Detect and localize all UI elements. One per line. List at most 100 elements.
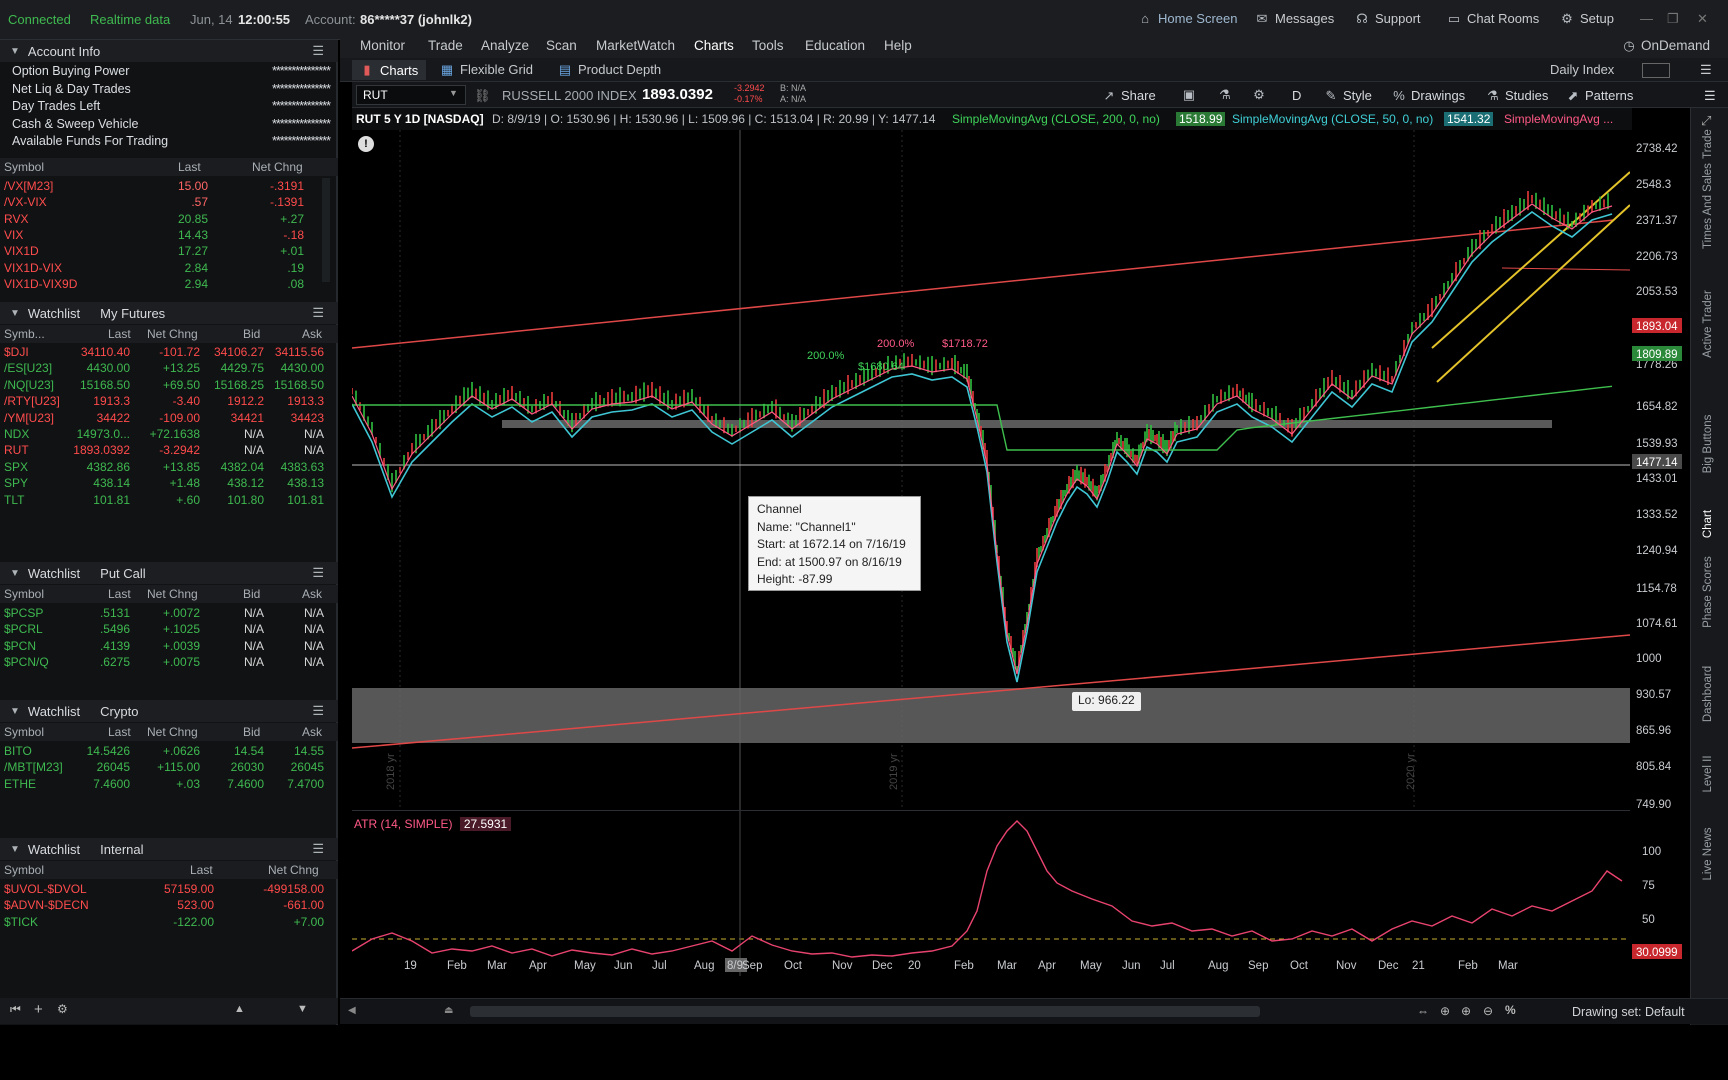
style-button[interactable]: ✎ Style bbox=[1324, 88, 1372, 103]
row-symbol[interactable]: TLT bbox=[4, 493, 24, 507]
menu-help[interactable]: Help bbox=[884, 38, 912, 53]
watchlist-row[interactable]: $UVOL-$DVOL 57159.00 -499158.00 bbox=[0, 880, 338, 898]
col-ask[interactable]: Ask bbox=[302, 587, 322, 601]
minimize-button[interactable]: — bbox=[1640, 11, 1653, 26]
row-symbol[interactable]: /YM[U23] bbox=[4, 411, 54, 425]
watchlist-row[interactable]: VIX1D-VIX9D 2.94 .08 bbox=[0, 275, 338, 293]
col-symbol[interactable]: Symbol bbox=[4, 587, 44, 601]
menu-icon[interactable]: ☰ bbox=[312, 305, 324, 321]
crypto-watchlist-header[interactable]: ▼ Watchlist Crypto ☰ bbox=[0, 700, 338, 722]
row-symbol[interactable]: SPX bbox=[4, 460, 28, 474]
sma200-label[interactable]: SimpleMovingAvg (CLOSE, 200, 0, no) bbox=[952, 112, 1160, 126]
percent-icon[interactable]: % bbox=[1505, 1003, 1516, 1017]
menu-trade[interactable]: Trade bbox=[428, 38, 463, 53]
row-symbol[interactable]: /MBT[M23] bbox=[4, 760, 63, 774]
futures-watchlist-header[interactable]: ▼ Watchlist My Futures ☰ bbox=[0, 302, 338, 324]
menu-icon[interactable]: ☰ bbox=[312, 841, 324, 857]
row-symbol[interactable]: $ADVN-$DECN bbox=[4, 898, 89, 912]
menu-icon[interactable]: ☰ bbox=[312, 565, 324, 581]
col-ask[interactable]: Ask bbox=[302, 327, 322, 341]
grid-layout-button[interactable]: ▣ bbox=[1182, 88, 1196, 102]
watchlist-name-selector[interactable]: Crypto bbox=[100, 704, 138, 719]
watchlist-row[interactable]: RUT 1893.0392 -3.2942 N/A N/A bbox=[0, 441, 338, 459]
col-last[interactable]: Last bbox=[178, 160, 201, 174]
row-symbol[interactable]: $PCN/Q bbox=[4, 655, 49, 669]
watchlist-row[interactable]: BITO 14.5426 +.0626 14.54 14.55 bbox=[0, 742, 338, 760]
menu-charts[interactable]: Charts bbox=[694, 38, 734, 53]
watchlist-row[interactable]: VIX 14.43 -.18 bbox=[0, 226, 338, 244]
watchlist-row[interactable]: NDX 14973.0... +72.1638 N/A N/A bbox=[0, 425, 338, 443]
ondemand-button[interactable]: ◷ OnDemand bbox=[1622, 38, 1710, 53]
col-symbol[interactable]: Symbol bbox=[4, 160, 44, 174]
col-net-chng[interactable]: Net Chng bbox=[268, 863, 319, 877]
col-net-chng[interactable]: Net Chng bbox=[147, 587, 198, 601]
row-symbol[interactable]: /RTY[U23] bbox=[4, 394, 60, 408]
col-symbol[interactable]: Symbol bbox=[4, 863, 44, 877]
col-net-chng[interactable]: Net Chng bbox=[147, 725, 198, 739]
patterns-button[interactable]: ⬈ Patterns bbox=[1566, 88, 1634, 103]
col-last[interactable]: Last bbox=[108, 725, 131, 739]
studies-button[interactable]: ⚗ Studies bbox=[1486, 88, 1548, 103]
col-last[interactable]: Last bbox=[108, 587, 131, 601]
close-button[interactable]: ✕ bbox=[1697, 11, 1708, 27]
sma50-label[interactable]: SimpleMovingAvg (CLOSE, 50, 0, no) bbox=[1232, 112, 1433, 126]
watchlist-row[interactable]: SPY 438.14 +1.48 438.12 438.13 bbox=[0, 474, 338, 492]
watchlist-row[interactable]: /YM[U23] 34422 -109.00 34421 34423 bbox=[0, 409, 338, 427]
watchlist-row[interactable]: RVX 20.85 +.27 bbox=[0, 210, 338, 228]
watchlist-name-selector[interactable]: Put Call bbox=[100, 566, 146, 581]
row-symbol[interactable]: /VX[M23] bbox=[4, 179, 53, 193]
watchlist-row[interactable]: $PCN .4139 +.0039 N/A N/A bbox=[0, 637, 338, 655]
row-symbol[interactable]: VIX1D-VIX9D bbox=[4, 277, 77, 291]
watchlist-row[interactable]: $PCSP .5131 +.0072 N/A N/A bbox=[0, 604, 338, 622]
col-bid[interactable]: Bid bbox=[243, 327, 260, 341]
watchlist-name-selector[interactable]: My Futures bbox=[100, 306, 165, 321]
maximize-button[interactable]: ❐ bbox=[1667, 11, 1679, 27]
col-symbol[interactable]: Symb... bbox=[4, 327, 45, 341]
info-icon[interactable]: ! bbox=[358, 136, 374, 152]
watchlist-row[interactable]: $ADVN-$DECN 523.00 -661.00 bbox=[0, 896, 338, 914]
setup-button[interactable]: ⚙ Setup bbox=[1560, 11, 1614, 26]
support-button[interactable]: ☊ Support bbox=[1355, 11, 1420, 26]
price-chart-svg[interactable]: 200.0% $1680.64 200.0% $1718.72 2018 yr 2019 … bbox=[351, 130, 1631, 810]
watchlist-name-selector[interactable]: Internal bbox=[100, 842, 143, 857]
col-last[interactable]: Last bbox=[190, 863, 213, 877]
watchlist-row[interactable]: SPX 4382.86 +13.85 4382.04 4383.63 bbox=[0, 458, 338, 476]
watchlist-row[interactable]: /NQ[U23] 15168.50 +69.50 15168.25 15168.50 bbox=[0, 376, 338, 394]
collapse-arrow-icon[interactable]: ▼ bbox=[10, 706, 20, 717]
row-symbol[interactable]: $TICK bbox=[4, 915, 38, 929]
price-chart[interactable]: 200.0% $1680.64 200.0% $1718.72 2018 yr 2019 … bbox=[351, 130, 1631, 810]
settings-button[interactable]: ⚙ bbox=[1252, 88, 1266, 102]
menu-tools[interactable]: Tools bbox=[752, 38, 784, 53]
crosshair-add-icon[interactable]: ⊕ bbox=[1440, 1004, 1450, 1018]
row-symbol[interactable]: /VX-VIX bbox=[4, 195, 47, 209]
collapse-arrow-icon[interactable]: ▼ bbox=[10, 844, 20, 855]
beaker-button[interactable]: ⚗ bbox=[1218, 88, 1232, 102]
drawings-button[interactable]: % Drawings bbox=[1392, 88, 1465, 103]
row-symbol[interactable]: VIX bbox=[4, 228, 23, 242]
col-last[interactable]: Last bbox=[108, 327, 131, 341]
menu-icon[interactable]: ☰ bbox=[312, 43, 324, 59]
scroll-left-icon[interactable]: ◀ bbox=[348, 1005, 356, 1016]
watchlist-row[interactable]: VIX1D-VIX 2.84 .19 bbox=[0, 259, 338, 277]
side-tab[interactable]: Level II bbox=[1702, 729, 1714, 819]
col-bid[interactable]: Bid bbox=[243, 587, 260, 601]
atr-study-panel[interactable]: ATR (14, SIMPLE) 27.5931 19 Feb Mar Apr May J… bbox=[351, 810, 1630, 976]
scroll-up-icon[interactable]: ▲ bbox=[234, 1003, 245, 1015]
col-net-chng[interactable]: Net Chng bbox=[147, 327, 198, 341]
aggregation-button[interactable]: D bbox=[1292, 88, 1301, 103]
collapse-arrow-icon[interactable]: ▼ bbox=[10, 46, 20, 57]
menu-scan[interactable]: Scan bbox=[546, 38, 577, 53]
price-axis-svg[interactable]: 2738.422548.32371.372206.732053.531778.2… bbox=[1630, 130, 1690, 975]
account-info-header[interactable]: ▼ Account Info ☰ bbox=[0, 40, 338, 62]
side-tab[interactable]: Live News bbox=[1702, 809, 1714, 899]
collapse-arrow-icon[interactable]: ▼ bbox=[10, 568, 20, 579]
watchlist-row[interactable]: /VX-VIX .57 -.1391 bbox=[0, 193, 338, 211]
watchlist-row[interactable]: /RTY[U23] 1913.3 -3.40 1912.2 1913.3 bbox=[0, 392, 338, 410]
watchlist-row[interactable]: $PCN/Q .6275 +.0075 N/A N/A bbox=[0, 653, 338, 671]
menu-icon[interactable]: ☰ bbox=[1700, 62, 1712, 78]
vol-scrollbar[interactable] bbox=[322, 178, 330, 282]
watchlist-row[interactable]: $DJI 34110.40 -101.72 34106.27 34115.56 bbox=[0, 343, 338, 361]
putcall-watchlist-header[interactable]: ▼ Watchlist Put Call ☰ bbox=[0, 562, 338, 584]
col-bid[interactable]: Bid bbox=[243, 725, 260, 739]
row-symbol[interactable]: /ES[U23] bbox=[4, 361, 52, 375]
